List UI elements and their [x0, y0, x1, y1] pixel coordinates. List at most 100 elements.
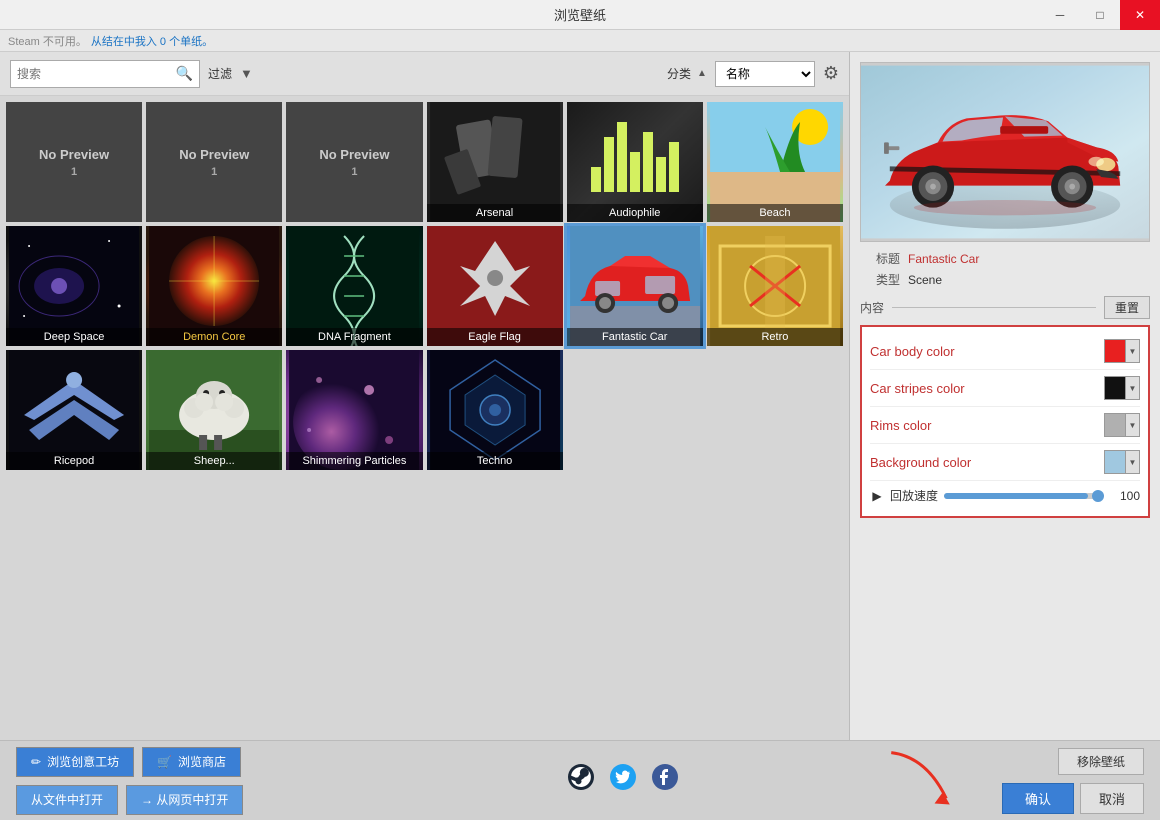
no-preview-text3: No Preview: [319, 147, 389, 162]
grid-label-beach: Beach: [707, 204, 843, 222]
speed-row: ▶ 回放速度 100: [870, 481, 1140, 510]
grid-item-no2[interactable]: No Preview 1: [146, 102, 282, 222]
browse-workshop-button[interactable]: ✏ 浏览创意工坊: [16, 747, 134, 777]
car-stripes-color-swatch: [1105, 377, 1125, 399]
grid-item-beach[interactable]: Beach: [707, 102, 843, 222]
search-input[interactable]: [17, 67, 176, 81]
grid-item-sheep[interactable]: Sheep...: [146, 350, 282, 470]
maximize-button[interactable]: □: [1080, 0, 1120, 30]
browse-workshop-label: 浏览创意工坊: [47, 753, 119, 770]
no-preview-count3: 1: [351, 166, 357, 178]
settings-button[interactable]: ⚙: [823, 63, 839, 84]
speed-slider[interactable]: [944, 493, 1104, 499]
titlebar: 浏览壁纸 ─ □ ✕: [0, 0, 1160, 30]
grid-item-shimmering[interactable]: Shimmering Particles: [286, 350, 422, 470]
bg-color-row: Background color ▼: [870, 444, 1140, 481]
steam-status: Steam 不可用。: [8, 33, 87, 49]
car-body-color-picker[interactable]: ▼: [1104, 339, 1140, 363]
bottom-row-1: ✏ 浏览创意工坊 🛒 浏览商店: [16, 747, 243, 777]
sort-arrow[interactable]: ▲: [697, 68, 707, 79]
grid-item-arsenal[interactable]: Arsenal: [427, 102, 563, 222]
grid-item-audiophile[interactable]: Audiophile: [567, 102, 703, 222]
filter-icon[interactable]: ▼: [240, 66, 253, 81]
facebook-icon[interactable]: [651, 763, 679, 798]
grid-item-deep-space[interactable]: Deep Space: [6, 226, 142, 346]
bg-color-picker[interactable]: ▼: [1104, 450, 1140, 474]
bottom-bar: ✏ 浏览创意工坊 🛒 浏览商店 从文件中打开 → 从网页中打开: [0, 740, 1160, 820]
content-divider: [892, 307, 1096, 308]
grid-item-no3[interactable]: No Preview 1: [286, 102, 422, 222]
audio-bar-2: [604, 137, 614, 192]
grid-item-demon-core[interactable]: Demon Core: [146, 226, 282, 346]
cancel-button[interactable]: 取消: [1080, 783, 1144, 814]
rims-color-swatch: [1105, 414, 1125, 436]
speed-play-button[interactable]: ▶: [870, 489, 884, 503]
open-file-button[interactable]: 从文件中打开: [16, 785, 118, 815]
grid-item-fantastic[interactable]: Fantastic Car: [567, 226, 703, 346]
steam-icon[interactable]: [567, 763, 595, 798]
steam-action-link[interactable]: 从结在中我入 0 个单纸。: [91, 33, 213, 49]
bottom-right: 移除壁纸 确认 取消: [1002, 748, 1144, 814]
sort-group: 分类 ▲: [667, 65, 707, 82]
car-stripes-color-row: Car stripes color ▼: [870, 370, 1140, 407]
title-row: 标题 Fantastic Car: [860, 250, 1150, 267]
type-value: Scene: [908, 273, 942, 287]
audio-bar-7: [669, 142, 679, 192]
bottom-row-2: 从文件中打开 → 从网页中打开: [16, 785, 243, 815]
color-dropdown-arrow-body[interactable]: ▼: [1125, 340, 1139, 362]
audio-bar-4: [630, 152, 640, 192]
speed-label: 回放速度: [890, 487, 938, 504]
audio-bar-6: [656, 157, 666, 192]
preview-area: [860, 62, 1150, 242]
grid-item-techno[interactable]: Techno: [427, 350, 563, 470]
wallpaper-grid: No Preview 1 No Preview 1 No Preview 1: [6, 102, 843, 470]
arrow-indicator: [874, 742, 967, 820]
grid-item-ricepod[interactable]: Ricepod: [6, 350, 142, 470]
open-web-button[interactable]: → 从网页中打开: [126, 785, 243, 815]
car-stripes-color-picker[interactable]: ▼: [1104, 376, 1140, 400]
reset-button[interactable]: 重置: [1104, 296, 1150, 319]
car-stripes-color-label: Car stripes color: [870, 381, 1104, 396]
grid-area: No Preview 1 No Preview 1 No Preview 1: [0, 96, 849, 740]
color-options-box: Car body color ▼ Car stripes color ▼: [860, 325, 1150, 518]
audio-bar-3: [617, 122, 627, 192]
color-dropdown-arrow-stripes[interactable]: ▼: [1125, 377, 1139, 399]
rims-color-picker[interactable]: ▼: [1104, 413, 1140, 437]
search-icon[interactable]: 🔍: [176, 65, 193, 82]
main-container: 🔍 过滤 ▼ 分类 ▲ 名称 日期 评分 ⚙ No Preview 1: [0, 52, 1160, 740]
grid-label-eagle: Eagle Flag: [427, 328, 563, 346]
right-panel: 标题 Fantastic Car 类型 Scene 内容 重置 Car body…: [850, 52, 1160, 740]
grid-item-dna[interactable]: DNA Fragment: [286, 226, 422, 346]
grid-item-no1[interactable]: No Preview 1: [6, 102, 142, 222]
type-row: 类型 Scene: [860, 271, 1150, 288]
speed-slider-fill: [944, 493, 1088, 499]
left-panel: 🔍 过滤 ▼ 分类 ▲ 名称 日期 评分 ⚙ No Preview 1: [0, 52, 850, 740]
steam-bar: Steam 不可用。 从结在中我入 0 个单纸。: [0, 30, 1160, 52]
confirm-button[interactable]: 确认: [1002, 783, 1074, 814]
content-label: 内容: [860, 299, 884, 316]
color-dropdown-arrow-rims[interactable]: ▼: [1125, 414, 1139, 436]
audio-bar-1: [591, 167, 601, 192]
twitter-icon[interactable]: [609, 763, 637, 798]
car-body-color-swatch: [1105, 340, 1125, 362]
filter-label[interactable]: 过滤: [208, 65, 232, 82]
grid-item-eagle[interactable]: Eagle Flag: [427, 226, 563, 346]
grid-label-shimmering: Shimmering Particles: [286, 452, 422, 470]
workshop-icon: ✏: [31, 755, 41, 769]
content-header: 内容 重置: [860, 296, 1150, 319]
speed-slider-thumb: [1092, 490, 1104, 502]
grid-item-retro[interactable]: Retro: [707, 226, 843, 346]
grid-label-ricepod: Ricepod: [6, 452, 142, 470]
audio-bar-5: [643, 132, 653, 192]
content-section: 内容 重置 Car body color ▼ Car stripes color: [860, 296, 1150, 518]
search-box[interactable]: 🔍: [10, 60, 200, 88]
close-button[interactable]: ✕: [1120, 0, 1160, 30]
sort-dropdown[interactable]: 名称 日期 评分: [715, 61, 815, 87]
color-dropdown-arrow-bg[interactable]: ▼: [1125, 451, 1139, 473]
title-value: Fantastic Car: [908, 252, 979, 266]
minimize-button[interactable]: ─: [1040, 0, 1080, 30]
remove-wallpaper-button[interactable]: 移除壁纸: [1058, 748, 1144, 775]
bg-color-label: Background color: [870, 455, 1104, 470]
browse-store-button[interactable]: 🛒 浏览商店: [142, 747, 241, 777]
car-body-color-label: Car body color: [870, 344, 1104, 359]
